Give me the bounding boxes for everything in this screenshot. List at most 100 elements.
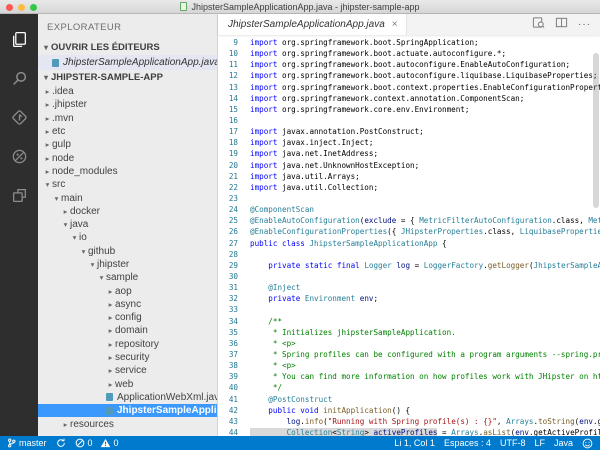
cursor-position-status[interactable]: Li 1, Col 1 xyxy=(394,438,435,448)
java-file-icon xyxy=(106,393,113,401)
code-line[interactable]: 11import org.springframework.boot.autoco… xyxy=(218,59,600,70)
source-control-activity-button[interactable] xyxy=(0,100,38,139)
tree-item[interactable]: ▾java xyxy=(38,218,217,231)
tree-item[interactable]: ▸docker xyxy=(38,205,217,218)
minimize-window-button[interactable] xyxy=(18,4,25,11)
code-line[interactable]: 29 private static final Logger log = Log… xyxy=(218,260,600,271)
code-text xyxy=(250,304,600,315)
explorer-activity-button[interactable] xyxy=(0,22,38,61)
code-line[interactable]: 34 /** xyxy=(218,316,600,327)
tree-item[interactable]: ▾src xyxy=(38,178,217,191)
close-icon[interactable]: × xyxy=(392,19,398,30)
tree-item[interactable]: ▸repository xyxy=(38,338,217,351)
file-tree: ▸.idea▸.jhipster▸.mvn▸etc▸gulp▸node▸node… xyxy=(38,85,217,431)
tree-item-label: web xyxy=(115,379,133,390)
split-editor-icon[interactable] xyxy=(555,16,568,34)
code-line[interactable]: 38 * <p> xyxy=(218,360,600,371)
code-line[interactable]: 17import javax.annotation.PostConstruct; xyxy=(218,126,600,137)
open-preview-icon[interactable] xyxy=(532,16,545,34)
code-line[interactable]: 13import org.springframework.boot.contex… xyxy=(218,82,600,93)
zoom-window-button[interactable] xyxy=(30,4,37,11)
tree-item[interactable]: ▸web xyxy=(38,378,217,391)
tree-item[interactable]: ▸node_modules xyxy=(38,165,217,178)
code-line[interactable]: 32 private Environment env; xyxy=(218,293,600,304)
tree-item[interactable]: ▾sample xyxy=(38,271,217,284)
tree-item[interactable]: ▸async xyxy=(38,298,217,311)
tree-item[interactable]: ▸service xyxy=(38,364,217,377)
code-line[interactable]: 16 xyxy=(218,115,600,126)
code-line[interactable]: 10import org.springframework.boot.actuat… xyxy=(218,48,600,59)
feedback-smiley-icon[interactable] xyxy=(582,438,593,449)
code-line[interactable]: 28 xyxy=(218,249,600,260)
tree-item[interactable]: ApplicationWebXml.java xyxy=(38,391,217,404)
code-line[interactable]: 41 @PostConstruct xyxy=(218,394,600,405)
tree-item-label: service xyxy=(115,365,147,376)
eol-status[interactable]: LF xyxy=(534,438,545,448)
tree-item[interactable]: ▸.mvn xyxy=(38,112,217,125)
code-line[interactable]: 42 public void initApplication() { xyxy=(218,405,600,416)
code-line[interactable]: 35 * Initializes jhipsterSampleApplicati… xyxy=(218,327,600,338)
tree-item[interactable]: ▸node xyxy=(38,151,217,164)
titlebar: JhipsterSampleApplicationApp.java - jhip… xyxy=(0,0,600,14)
tree-item[interactable]: JhipsterSampleApplicationApp.java xyxy=(38,404,217,417)
code-line[interactable]: 12import org.springframework.boot.autoco… xyxy=(218,70,600,81)
open-editors-section-header[interactable]: ▾ OUVRIR LES ÉDITEURS xyxy=(38,40,217,55)
indentation-status[interactable]: Espaces : 4 xyxy=(444,438,491,448)
code-line[interactable]: 18import javax.inject.Inject; xyxy=(218,137,600,148)
code-text: import java.util.Arrays; xyxy=(250,171,600,182)
chevron-right-icon: ▸ xyxy=(61,420,70,429)
git-branch-status[interactable]: master xyxy=(7,438,47,448)
code-line[interactable]: 27public class JhipsterSampleApplication… xyxy=(218,238,600,249)
close-window-button[interactable] xyxy=(6,4,13,11)
code-line[interactable]: 26@EnableConfigurationProperties({ JHips… xyxy=(218,226,600,237)
tree-item[interactable]: ▸etc xyxy=(38,125,217,138)
tree-item[interactable]: ▾main xyxy=(38,191,217,204)
code-line[interactable]: 39 * You can find more information on ho… xyxy=(218,371,600,382)
tree-item[interactable]: ▸gulp xyxy=(38,138,217,151)
tree-item[interactable]: ▸security xyxy=(38,351,217,364)
code-line[interactable]: 21import java.util.Arrays; xyxy=(218,171,600,182)
tab-jhipster-sample-application-app[interactable]: JhipsterSampleApplicationApp.java × xyxy=(218,14,407,35)
tree-item[interactable]: ▾github xyxy=(38,245,217,258)
tree-item[interactable]: ▸.idea xyxy=(38,85,217,98)
chevron-right-icon: ▸ xyxy=(43,127,52,136)
tree-item[interactable]: ▸config xyxy=(38,311,217,324)
code-line[interactable]: 24@ComponentScan xyxy=(218,204,600,215)
code-line[interactable]: 36 * <p> xyxy=(218,338,600,349)
code-line[interactable]: 15import org.springframework.core.env.En… xyxy=(218,104,600,115)
code-line[interactable]: 43 log.info("Running with Spring profile… xyxy=(218,416,600,427)
code-line[interactable]: 23 xyxy=(218,193,600,204)
sync-button[interactable] xyxy=(56,438,66,448)
encoding-status[interactable]: UTF-8 xyxy=(500,438,526,448)
code-text: import org.springframework.boot.autoconf… xyxy=(250,59,600,70)
tree-item[interactable]: ▸aop xyxy=(38,284,217,297)
code-line[interactable]: 40 */ xyxy=(218,382,600,393)
language-mode-status[interactable]: Java xyxy=(554,438,573,448)
code-line[interactable]: 25@EnableAutoConfiguration(exclude = { M… xyxy=(218,215,600,226)
tree-item-label: jhipster xyxy=(97,259,129,270)
problems-status[interactable]: 0 0 xyxy=(75,438,119,448)
code-line[interactable]: 14import org.springframework.context.ann… xyxy=(218,93,600,104)
tree-item[interactable]: ▸resources xyxy=(38,417,217,430)
debug-activity-button[interactable] xyxy=(0,139,38,178)
editor-scrollbar[interactable] xyxy=(593,53,599,208)
project-section-header[interactable]: ▾ JHIPSTER-SAMPLE-APP xyxy=(38,70,217,85)
tree-item[interactable]: ▸.jhipster xyxy=(38,98,217,111)
code-line[interactable]: 33 xyxy=(218,304,600,315)
tree-item[interactable]: ▸domain xyxy=(38,324,217,337)
code-line[interactable]: 9import org.springframework.boot.SpringA… xyxy=(218,37,600,48)
code-line[interactable]: 30 xyxy=(218,271,600,282)
code-editor[interactable]: 9import org.springframework.boot.SpringA… xyxy=(218,35,600,436)
code-line[interactable]: 44 Collection<String> activeProfiles = A… xyxy=(218,427,600,436)
code-line[interactable]: 37 * Spring profiles can be configured w… xyxy=(218,349,600,360)
code-line[interactable]: 31 @Inject xyxy=(218,282,600,293)
more-actions-icon[interactable]: ··· xyxy=(578,20,591,30)
tree-item[interactable]: ▾jhipster xyxy=(38,258,217,271)
code-line[interactable]: 19import java.net.InetAddress; xyxy=(218,148,600,159)
code-line[interactable]: 22import java.util.Collection; xyxy=(218,182,600,193)
code-line[interactable]: 20import java.net.UnknownHostException; xyxy=(218,160,600,171)
extensions-activity-button[interactable] xyxy=(0,178,38,217)
open-editor-item[interactable]: JhipsterSampleApplicationApp.java src/m.… xyxy=(38,55,217,70)
search-activity-button[interactable] xyxy=(0,61,38,100)
tree-item[interactable]: ▾io xyxy=(38,231,217,244)
